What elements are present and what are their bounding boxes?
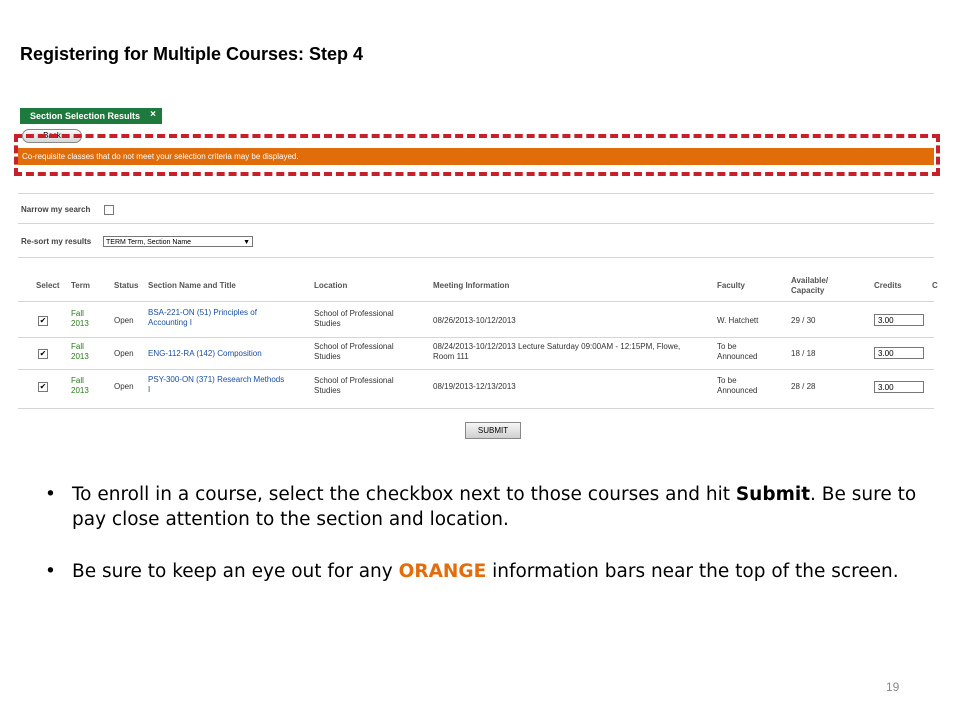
status-cell: Open <box>114 316 134 325</box>
chevron-down-icon: ▼ <box>243 239 250 246</box>
page-number: 19 <box>886 680 900 694</box>
row-select-checkbox[interactable]: ✔ <box>38 316 48 326</box>
meeting-cell: 08/24/2013-10/12/2013 Lecture Saturday 0… <box>433 342 681 361</box>
info-bar: Co-requisite classes that do not meet yo… <box>18 148 934 165</box>
close-icon[interactable]: × <box>150 107 156 123</box>
meeting-cell: 08/26/2013-10/12/2013 <box>433 316 516 325</box>
resort-select[interactable]: TERM Term, Section Name ▼ <box>103 236 253 247</box>
col-section: Section Name and Title <box>148 281 236 290</box>
submit-emphasis: Submit <box>735 484 811 505</box>
narrow-search-checkbox[interactable] <box>104 205 114 215</box>
bullet-item: • Be sure to keep an eye out for any ORA… <box>45 561 899 582</box>
row-select-checkbox[interactable]: ✔ <box>38 382 48 392</box>
back-button[interactable]: Back <box>22 129 82 143</box>
availability-cell: 28 / 28 <box>791 382 816 391</box>
resort-value: TERM Term, Section Name <box>106 239 192 246</box>
divider <box>18 193 934 194</box>
tab-label: Section Selection Results <box>30 111 141 121</box>
registration-screenshot: Section Selection Results × Back Co-requ… <box>14 105 940 445</box>
col-location: Location <box>314 281 348 290</box>
col-availability: Available/Capacity <box>791 276 829 295</box>
divider <box>18 301 934 302</box>
credits-input[interactable]: 3.00 <box>874 347 924 359</box>
col-credits: Credits <box>874 281 902 290</box>
bullet-dot: • <box>45 484 56 505</box>
resort-label: Re-sort my results <box>21 237 92 246</box>
status-cell: Open <box>114 349 134 358</box>
location-cell: School of Professional Studies <box>314 342 394 361</box>
term-cell: Fall 2013 <box>71 376 89 395</box>
narrow-search-label: Narrow my search <box>21 205 91 214</box>
divider <box>18 257 934 258</box>
row-select-checkbox[interactable]: ✔ <box>38 349 48 359</box>
divider <box>18 337 934 338</box>
divider <box>18 369 934 370</box>
status-cell: Open <box>114 382 134 391</box>
faculty-cell: To be Announced <box>717 342 758 361</box>
col-term: Term <box>71 281 90 290</box>
col-meeting: Meeting Information <box>433 281 510 290</box>
orange-emphasis: ORANGE <box>398 561 487 582</box>
bullet-dot: • <box>45 561 56 582</box>
availability-cell: 18 / 18 <box>791 349 816 358</box>
col-extra: C <box>932 281 938 290</box>
term-cell: Fall 2013 <box>71 342 89 361</box>
faculty-cell: W. Hatchett <box>717 316 759 325</box>
availability-cell: 29 / 30 <box>791 316 816 325</box>
divider <box>18 223 934 224</box>
section-link[interactable]: ENG-112-RA (142) Composition <box>148 349 262 359</box>
section-link[interactable]: PSY-300-ON (371) Research Methods I <box>148 375 284 395</box>
meeting-cell: 08/19/2013-12/13/2013 <box>433 382 516 391</box>
faculty-cell: To be Announced <box>717 376 758 395</box>
slide-title: Registering for Multiple Courses: Step 4 <box>20 44 364 64</box>
credits-input[interactable]: 3.00 <box>874 381 924 393</box>
credits-input[interactable]: 3.00 <box>874 314 924 326</box>
col-faculty: Faculty <box>717 281 746 290</box>
location-cell: School of Professional Studies <box>314 376 394 395</box>
term-cell: Fall 2013 <box>71 309 89 328</box>
bullet-item: • To enroll in a course, select the chec… <box>45 484 917 530</box>
submit-button[interactable]: SUBMIT <box>465 422 521 439</box>
divider <box>18 408 934 409</box>
section-link[interactable]: BSA-221-ON (51) Principles of Accounting … <box>148 308 257 328</box>
col-status: Status <box>114 281 139 290</box>
location-cell: School of Professional Studies <box>314 309 394 328</box>
col-select: Select <box>36 281 60 290</box>
tab-section-selection-results[interactable]: Section Selection Results × <box>20 108 162 124</box>
instruction-bullets: • To enroll in a course, select the chec… <box>45 482 925 584</box>
